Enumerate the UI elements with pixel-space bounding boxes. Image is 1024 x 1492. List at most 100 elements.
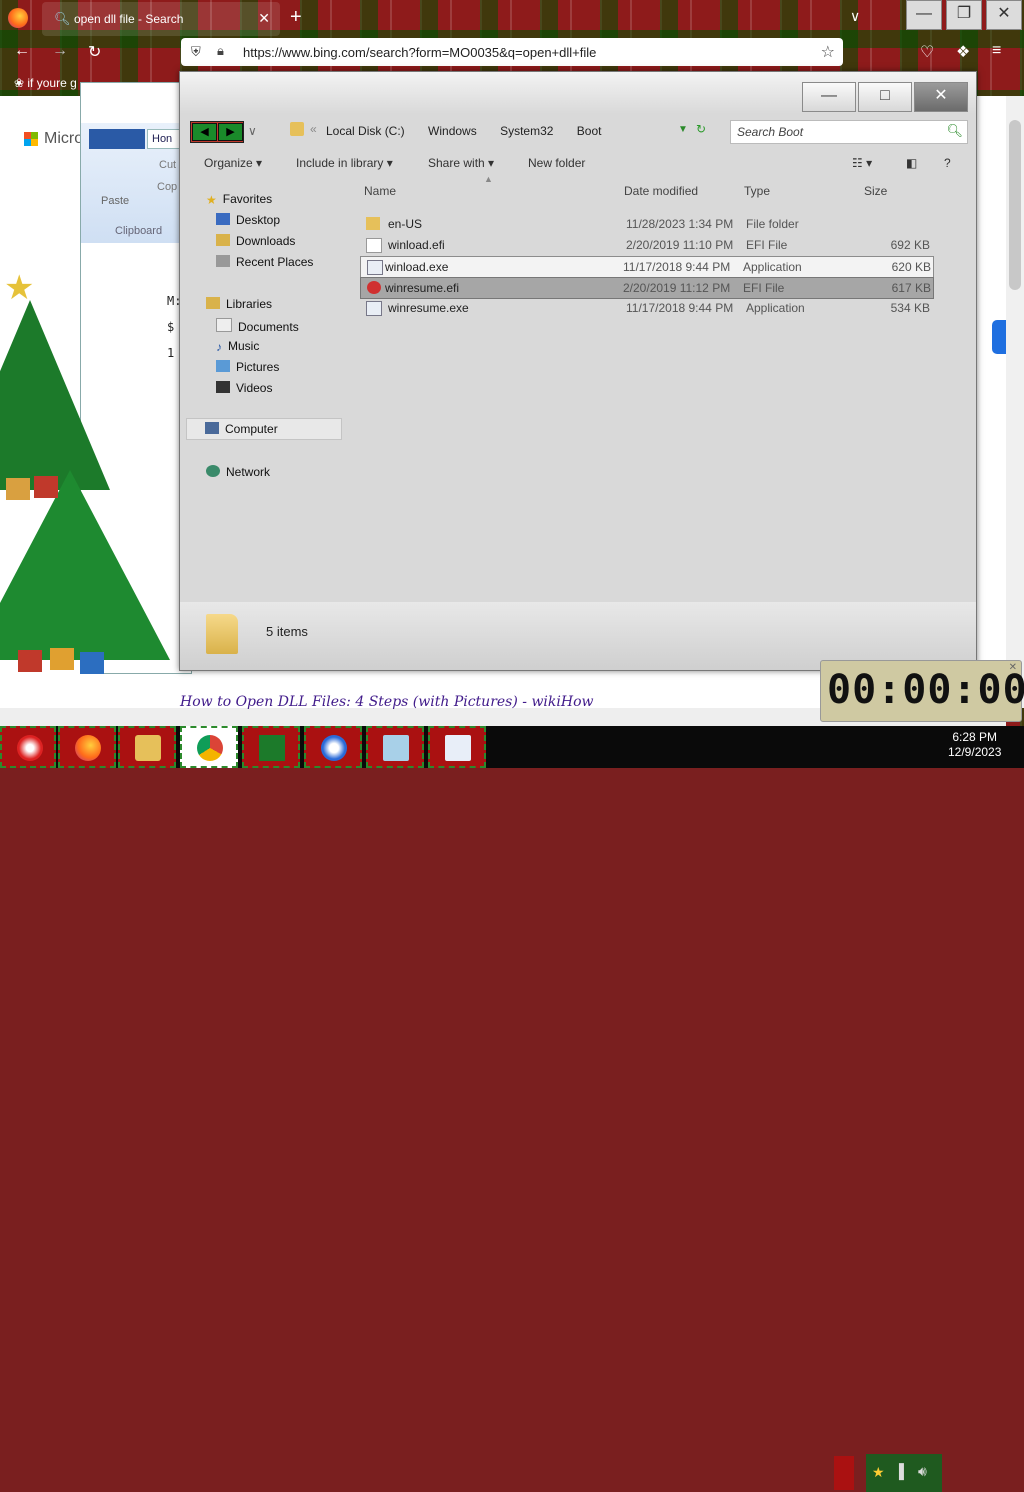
file-row[interactable]: winload.exe 11/17/2018 9:44 PM Applicati… [360,256,934,278]
forward-arrow-icon[interactable]: → [52,42,68,60]
reload-icon[interactable]: ↻ [88,42,101,62]
scrollbar-thumb[interactable] [1009,120,1021,290]
minimize-button[interactable]: — [906,0,942,30]
explorer-close-button[interactable]: ✕ [914,82,968,112]
pocket-icon[interactable]: ♡ [920,42,934,62]
firefox-icon[interactable] [8,8,28,28]
volume-icon[interactable]: 🔊︎ [918,1463,927,1480]
desktop-icon [216,213,230,225]
preview-pane-icon[interactable]: ◧ [906,156,917,170]
clock-date: 12/9/2023 [948,745,1002,759]
refresh-icon[interactable]: ↻ [696,122,706,136]
taskbar-notepad[interactable] [366,726,424,768]
santa-icon [17,735,43,761]
view-options-icon[interactable]: ☷ ▾ [852,156,872,170]
new-tab-button[interactable]: + [290,6,302,29]
browser-tab-strip: 🔍︎ open dll file - Search ✕ + ∨ — ❐ ✕ [0,0,1024,38]
timer-gadget[interactable]: 00:00:00 ✕ [820,660,1024,722]
column-header-name[interactable]: Name [364,184,396,198]
breadcrumb-overflow-icon[interactable]: « [310,122,317,136]
bookmark-item[interactable]: ❀ if youre g [14,76,77,90]
taskbar-wordpad[interactable] [428,726,486,768]
nav-recent-places[interactable]: Recent Places [216,255,313,269]
file-row-selected[interactable]: winresume.efi 2/20/2019 11:12 PM EFI Fil… [360,277,934,299]
breadcrumb-windows[interactable]: Windows [428,124,477,138]
word-file-tab[interactable] [89,129,145,149]
web-side-button[interactable] [992,320,1006,354]
tray-star-icon[interactable]: ★ [872,1464,885,1481]
taskbar-chrome[interactable] [180,726,238,768]
clock-time: 6:28 PM [952,730,998,744]
forward-button[interactable]: ▶ [218,123,243,141]
gadget-close-icon[interactable]: ✕ [1009,662,1017,673]
browser-tab-active[interactable]: 🔍︎ open dll file - Search ✕ [42,2,280,36]
cut-button[interactable]: Cut [159,159,176,171]
column-header-size[interactable]: Size [864,184,887,198]
search-result-title[interactable]: How to Open DLL Files: 4 Steps (with Pic… [180,694,594,710]
explorer-minimize-button[interactable]: — [802,82,856,112]
folder-icon [290,122,304,136]
file-row[interactable]: winresume.exe 11/17/2018 9:44 PM Applica… [360,298,932,318]
help-icon[interactable]: ? [944,156,951,170]
close-button[interactable]: ✕ [986,0,1022,30]
vertical-scrollbar[interactable] [1006,96,1024,708]
star-icon: ★ [4,269,35,307]
column-header-date[interactable]: Date modified [624,184,698,198]
pictures-icon [216,360,230,372]
nav-favorites[interactable]: ★ Favorites [206,192,272,207]
back-button[interactable]: ◀ [192,123,217,141]
taskbar-explorer[interactable] [118,726,176,768]
search-box[interactable]: Search Boot 🔍︎ [730,120,968,144]
explorer-maximize-button[interactable]: □ [858,82,912,112]
new-folder-button[interactable]: New folder [528,156,585,170]
share-with-menu[interactable]: Share with ▾ [428,156,494,170]
copy-button[interactable]: Cop [157,181,177,193]
explorer-titlebar[interactable]: — □ ✕ [180,72,976,114]
search-placeholder[interactable]: Search Boot [737,125,803,139]
column-header-type[interactable]: Type [744,184,770,198]
include-in-library-menu[interactable]: Include in library ▾ [296,156,393,170]
nav-computer[interactable]: Computer [186,418,342,440]
breadcrumb-system32[interactable]: System32 [500,124,553,138]
restore-button[interactable]: ❐ [946,0,982,30]
tab-close-icon[interactable]: ✕ [258,10,270,27]
gift-icon [80,652,104,674]
taskbar-tree-app[interactable] [242,726,300,768]
file-list: Name ▲ Date modified Type Size en-US 11/… [356,174,968,608]
file-row[interactable]: winload.efi 2/20/2019 11:10 PM EFI File … [360,235,932,255]
menu-icon[interactable]: ≡ [992,42,1001,60]
taskbar-firefox[interactable] [58,726,116,768]
tray-network-icon[interactable]: ▐ [894,1463,904,1479]
address-dropdown-icon[interactable]: ▼ [678,124,688,135]
nav-pictures[interactable]: Pictures [216,360,279,374]
organize-menu[interactable]: Organize ▾ [204,156,262,170]
show-hidden-icons-button[interactable] [834,1456,854,1490]
url-bar[interactable]: ⛨ 🔒︎ https://www.bing.com/search?form=MO… [181,38,843,66]
nav-documents[interactable]: Documents [216,318,299,334]
nav-libraries[interactable]: Libraries [206,297,272,311]
bookmark-star-icon[interactable]: ☆ [821,42,835,62]
nav-videos[interactable]: Videos [216,381,272,395]
paste-button[interactable]: Paste [101,195,129,207]
nav-network[interactable]: Network [206,465,270,479]
breadcrumb-local-disk[interactable]: Local Disk (C:) [326,124,405,138]
back-arrow-icon[interactable]: ← [14,42,30,60]
bookmark-label: if youre g [27,76,77,90]
word-home-tab[interactable]: Hon [147,129,183,149]
url-text[interactable]: https://www.bing.com/search?form=MO0035&… [243,45,596,60]
nav-music[interactable]: ♪ Music [216,339,259,354]
clock[interactable]: 6:28 PM 12/9/2023 [948,730,1001,760]
tracking-shield-icon[interactable]: ⛨ [191,44,201,60]
microsoft-logo-icon[interactable] [24,132,38,146]
nav-desktop[interactable]: Desktop [216,213,280,227]
list-tabs-chevron-icon[interactable]: ∨ [850,8,860,25]
nav-downloads[interactable]: Downloads [216,234,295,248]
recent-pages-chevron-icon[interactable]: ∨ [248,124,257,138]
start-button[interactable] [0,726,56,768]
breadcrumb-boot[interactable]: Boot [577,124,602,138]
extensions-icon[interactable]: ❖ [956,42,970,62]
taskbar-thunderbird[interactable] [304,726,362,768]
search-icon[interactable]: 🔍︎ [946,123,963,139]
file-row[interactable]: en-US 11/28/2023 1:34 PM File folder [360,214,932,234]
lock-icon[interactable]: 🔒︎ [217,43,224,59]
